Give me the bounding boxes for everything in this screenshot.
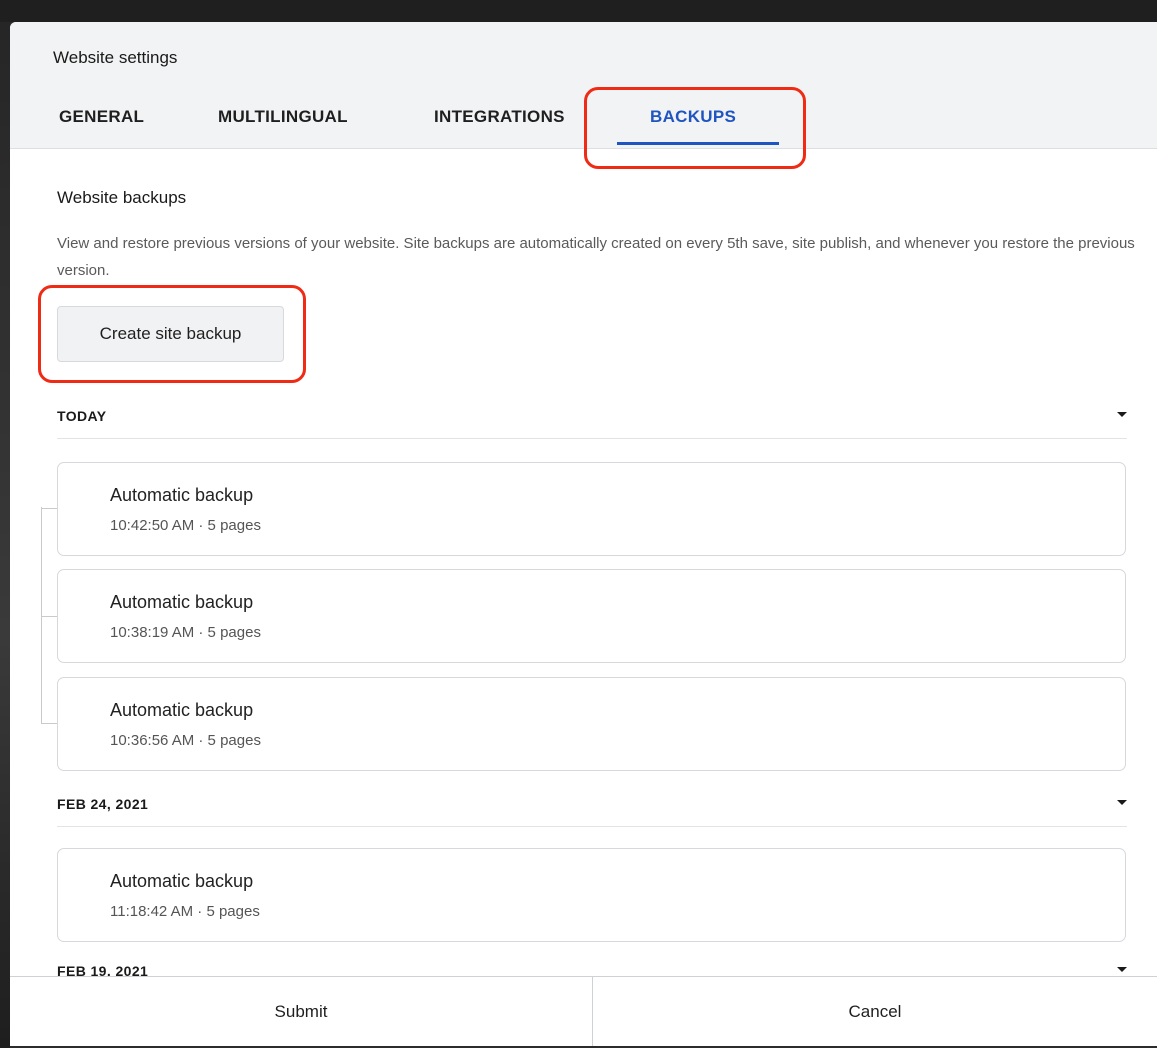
group-header-today[interactable]: TODAY [57,408,1127,439]
backup-card[interactable]: Automatic backup 10:42:50 AM · 5 pages [57,462,1126,556]
highlight-annotation-button [38,285,306,383]
timeline-connector [41,507,42,723]
caret-down-icon[interactable] [1117,967,1127,972]
backup-meta: 10:38:19 AM · 5 pages [110,624,261,641]
timeline-tick [41,616,57,617]
backup-name: Automatic backup [110,700,254,720]
backup-card[interactable]: Automatic backup 10:38:19 AM · 5 pages [57,569,1126,663]
backup-meta: 11:18:42 AM · 5 pages [110,903,260,920]
backup-meta: 10:36:56 AM · 5 pages [110,732,261,749]
backup-card[interactable]: Automatic backup 10:36:56 AM · 5 pages [57,677,1126,771]
group-header-feb-24-2021[interactable]: FEB 24, 2021 [57,796,1127,827]
section-title: Website backups [57,188,187,207]
highlight-annotation-tab [584,87,806,169]
caret-down-icon[interactable] [1117,800,1127,805]
tab-multilingual[interactable]: MULTILINGUAL [218,94,348,148]
caret-down-icon[interactable] [1117,412,1127,417]
backup-card[interactable]: Automatic backup 11:18:42 AM · 5 pages [57,848,1126,942]
submit-button[interactable]: Submit [10,977,592,1046]
timeline-tick [41,508,57,509]
modal-footer: Submit Cancel [10,976,1157,1046]
cancel-button[interactable]: Cancel [593,977,1157,1046]
backup-name: Automatic backup [110,485,254,505]
tab-general[interactable]: GENERAL [59,94,144,148]
tab-integrations[interactable]: INTEGRATIONS [434,94,565,148]
section-description: View and restore previous versions of yo… [57,235,1135,279]
backdrop-edge [0,22,10,1048]
backup-name: Automatic backup [110,592,254,612]
website-settings-modal: Website settings GENERAL MULTILINGUAL IN… [10,22,1157,1046]
modal-title: Website settings [53,48,178,67]
timeline-tick [41,723,57,724]
group-label: TODAY [57,408,107,424]
backup-meta: 10:42:50 AM · 5 pages [110,517,261,534]
group-label: FEB 24, 2021 [57,796,149,812]
backup-name: Automatic backup [110,871,254,891]
modal-header: Website settings [10,22,1157,94]
backdrop [0,0,1157,22]
